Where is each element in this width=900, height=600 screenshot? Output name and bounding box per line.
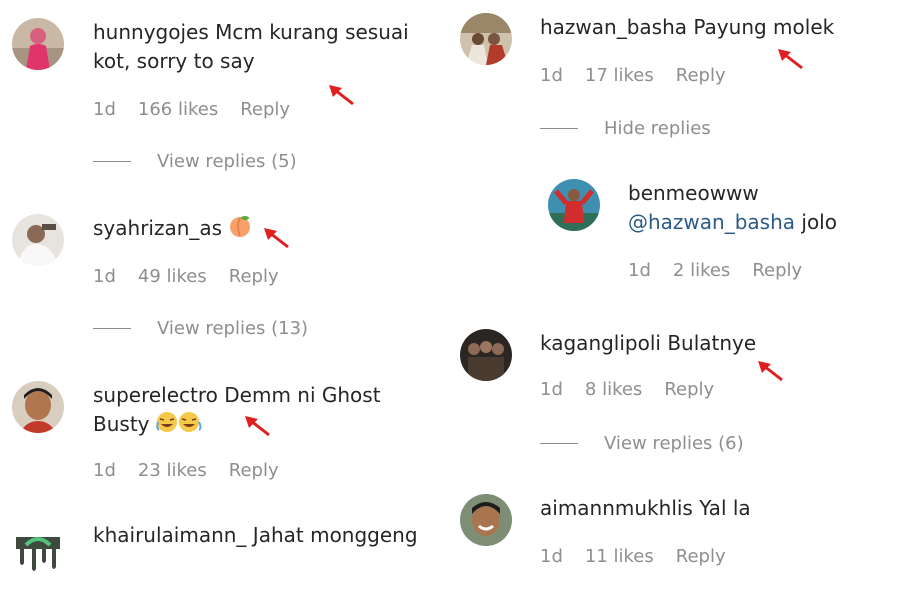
crying-laughing-emoji-icon [156, 410, 202, 442]
thread-divider [540, 128, 578, 129]
dripping-logo-avatar-icon [12, 523, 64, 575]
likes-count[interactable]: 17 likes [585, 65, 654, 86]
view-replies-button[interactable]: View replies (5) [93, 151, 297, 172]
red-jersey-avatar-icon [548, 179, 600, 231]
comment-age: 1d [93, 460, 116, 481]
view-replies-button[interactable]: View replies (6) [540, 433, 744, 454]
username[interactable]: superelectro [93, 383, 218, 407]
view-replies-button[interactable]: View replies (13) [93, 318, 308, 339]
reply-button[interactable]: Reply [676, 546, 726, 567]
username[interactable]: hunnygojes [93, 20, 209, 44]
avatar[interactable] [12, 523, 64, 575]
dark-group-avatar-icon [460, 329, 512, 381]
thread-divider [540, 443, 578, 444]
view-replies-label: View replies (6) [604, 433, 744, 454]
face-portrait-avatar-icon [12, 381, 64, 433]
comment-age: 1d [540, 546, 563, 567]
peach-emoji-icon [228, 214, 252, 246]
avatar[interactable] [12, 381, 64, 433]
thread-divider [93, 161, 131, 162]
reply-button[interactable]: Reply [229, 460, 279, 481]
avatar[interactable] [12, 214, 64, 266]
comment-age: 1d [628, 260, 651, 281]
red-arrow-icon [245, 416, 270, 437]
reply-button[interactable]: Reply [676, 65, 726, 86]
comment-text: Bulatnye [667, 331, 757, 355]
likes-count[interactable]: 49 likes [138, 266, 207, 287]
thread-divider [93, 328, 131, 329]
red-arrow-icon [778, 49, 803, 70]
comment-text: Yal la [699, 496, 751, 520]
username[interactable]: benmeowww [628, 181, 759, 205]
avatar[interactable] [548, 179, 600, 231]
username[interactable]: khairulaimann_ [93, 523, 246, 547]
username[interactable]: hazwan_basha [540, 15, 687, 39]
likes-count[interactable]: 23 likes [138, 460, 207, 481]
comment-text: Payung molek [693, 15, 835, 39]
red-arrow-icon [758, 361, 783, 382]
group-photo-avatar-icon [460, 13, 512, 65]
comment-text: jolo [801, 210, 837, 234]
comment-age: 1d [540, 379, 563, 400]
username[interactable]: kaganglipoli [540, 331, 661, 355]
likes-count[interactable]: 8 likes [585, 379, 642, 400]
comment-age: 1d [540, 65, 563, 86]
likes-count[interactable]: 2 likes [673, 260, 730, 281]
hide-replies-label: Hide replies [604, 118, 711, 139]
avatar[interactable] [460, 494, 512, 546]
avatar[interactable] [460, 329, 512, 381]
red-arrow-icon [264, 228, 289, 249]
pink-figure-avatar-icon [12, 18, 64, 70]
likes-count[interactable]: 166 likes [138, 99, 218, 120]
reply-button[interactable]: Reply [664, 379, 714, 400]
likes-count[interactable]: 11 likes [585, 546, 654, 567]
comment-age: 1d [93, 99, 116, 120]
avatar[interactable] [460, 13, 512, 65]
comment-text: Jahat monggeng [252, 523, 418, 547]
smiling-man-avatar-icon [460, 494, 512, 546]
hide-replies-button[interactable]: Hide replies [540, 118, 711, 139]
person-in-white-avatar-icon [12, 214, 64, 266]
username[interactable]: aimannmukhlis [540, 496, 693, 520]
comment-age: 1d [93, 266, 116, 287]
avatar[interactable] [12, 18, 64, 70]
username[interactable]: syahrizan_as [93, 216, 222, 240]
reply-button[interactable]: Reply [240, 99, 290, 120]
red-arrow-icon [329, 85, 354, 106]
reply-button[interactable]: Reply [229, 266, 279, 287]
view-replies-label: View replies (5) [157, 151, 297, 172]
view-replies-label: View replies (13) [157, 318, 309, 339]
reply-button[interactable]: Reply [752, 260, 802, 281]
mention-link[interactable]: @hazwan_basha [628, 210, 795, 234]
